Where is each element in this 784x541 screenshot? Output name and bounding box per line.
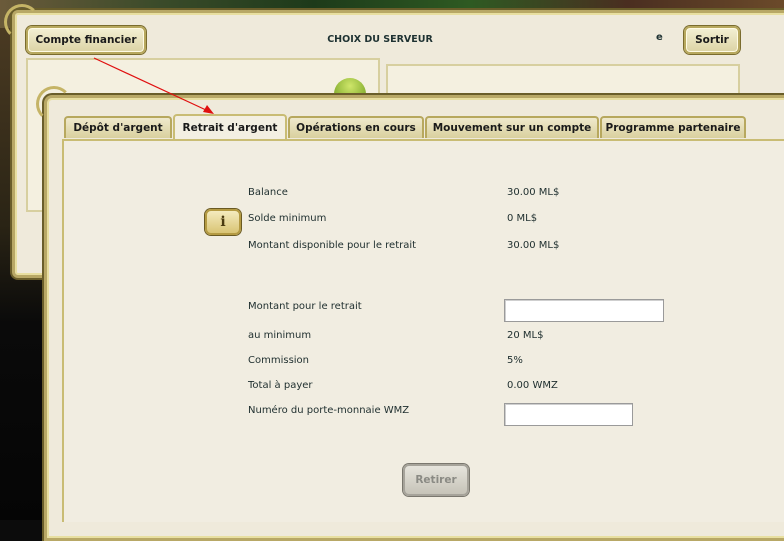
purse-input[interactable] (504, 403, 633, 426)
tab-deposit[interactable]: Dépôt d'argent (64, 116, 172, 138)
tab-withdrawal[interactable]: Retrait d'argent (173, 114, 287, 142)
corner-ornament (4, 4, 40, 40)
tab-bar: Dépôt d'argent Retrait d'argent Opératio… (62, 112, 784, 142)
minimum-label: au minimum (248, 330, 312, 341)
corner-ornament (36, 86, 72, 122)
minimum-value: 20 ML$ (507, 330, 544, 341)
available-label: Montant disponible pour le retrait (248, 240, 417, 251)
commission-label: Commission (248, 355, 310, 366)
account-button[interactable]: Compte financier (26, 26, 146, 54)
withdraw-button[interactable]: Retirer (403, 464, 469, 496)
header-letter: e (656, 32, 663, 43)
tab-account-movements[interactable]: Mouvement sur un compte (425, 116, 599, 138)
total-label: Total à payer (248, 380, 313, 391)
balance-label: Balance (248, 187, 288, 198)
server-title: CHOIX DU SERVEUR (327, 34, 433, 45)
tab-pending-operations[interactable]: Opérations en cours (288, 116, 424, 138)
min-balance-value: 0 ML$ (507, 213, 538, 224)
exit-button[interactable]: Sortir (684, 26, 740, 54)
amount-label: Montant pour le retrait (248, 301, 362, 312)
tab-partner-program[interactable]: Programme partenaire (600, 116, 746, 138)
total-value: 0.00 WMZ (507, 380, 558, 391)
commission-value: 5% (507, 355, 523, 366)
min-balance-label: Solde minimum (248, 213, 327, 224)
back-panel-right (386, 64, 740, 98)
available-value: 30.00 ML$ (507, 240, 560, 251)
purse-label: Numéro du porte-monnaie WMZ (248, 405, 410, 416)
info-icon[interactable]: i (205, 209, 241, 235)
balance-value: 30.00 ML$ (507, 187, 560, 198)
amount-input[interactable] (504, 299, 664, 322)
